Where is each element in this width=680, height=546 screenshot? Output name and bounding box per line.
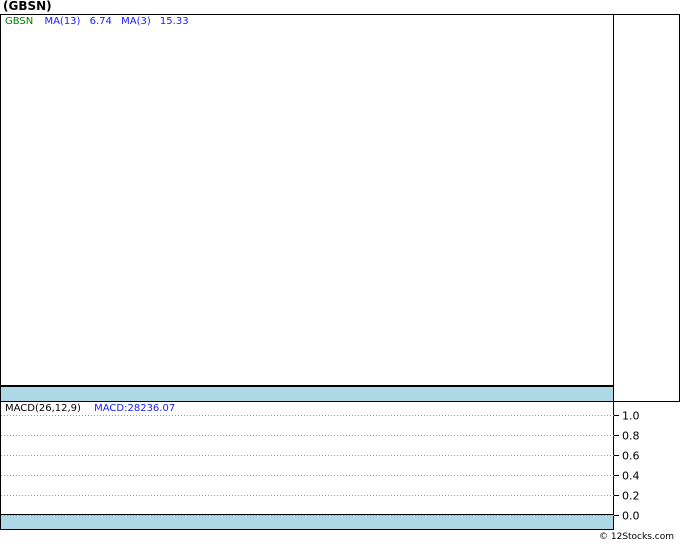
macd-tick-label: 0.2 bbox=[622, 490, 640, 503]
macd-tick-label: 1.0 bbox=[622, 410, 640, 423]
footer-credit: © 12Stocks.com bbox=[599, 532, 674, 542]
macd-tick-label: 0.0 bbox=[622, 510, 640, 523]
macd-tick-label: 0.4 bbox=[622, 470, 640, 483]
macd-tick-label: 0.8 bbox=[622, 430, 640, 443]
macd-grid-and-axis: 1.0 0.8 0.6 0.4 0.2 0.0 bbox=[1, 410, 640, 523]
macd-tick-label: 0.6 bbox=[622, 450, 640, 463]
